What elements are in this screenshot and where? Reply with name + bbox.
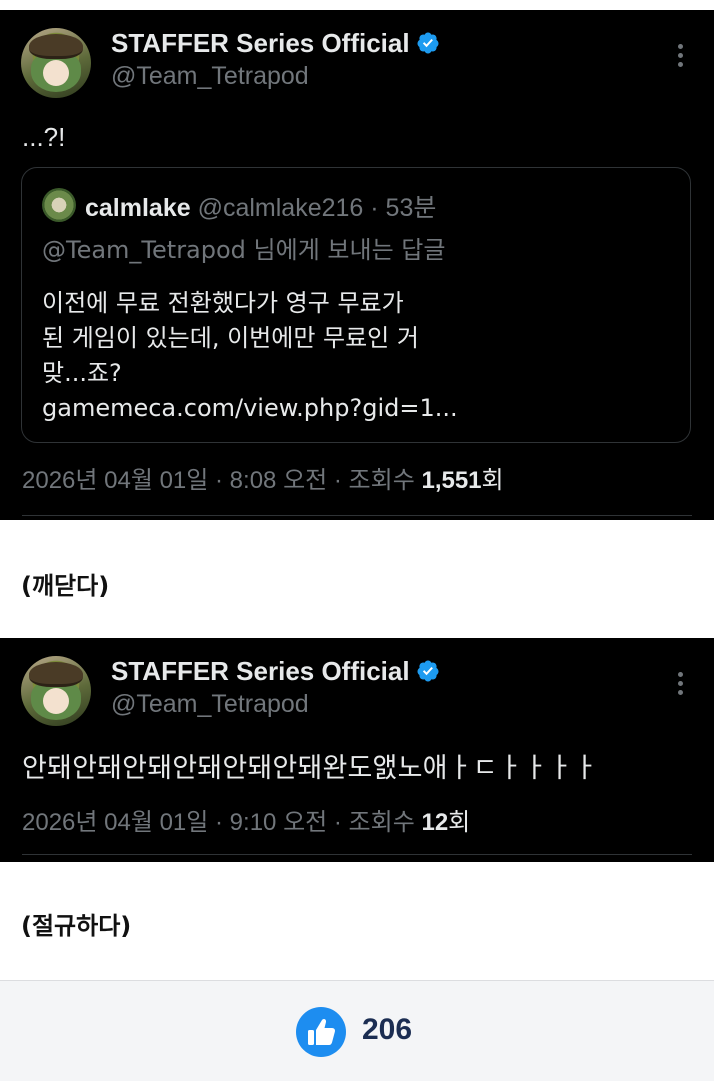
tweet-card-1: STAFFER Series Official @Team_Tetrapod .… (0, 10, 714, 520)
divider (22, 515, 692, 516)
author-name[interactable]: STAFFER Series Official (111, 28, 440, 59)
author-avatar[interactable] (21, 28, 91, 98)
verified-badge-icon (417, 32, 439, 54)
quote-header: calmlake @calmlake216 · 53분 (85, 188, 436, 224)
divider (22, 854, 692, 855)
quote-line: 된 게임이 있는데, 이번에만 무료인 거 (42, 324, 419, 352)
caption-2: (절규하다) (21, 912, 132, 940)
quote-line: 맞...죠? (42, 359, 122, 387)
tweet-timestamp: 2026년 04월 01일 · 9:10 오전 · 조회수 12회 (22, 809, 471, 836)
tweet-card-2: STAFFER Series Official @Team_Tetrapod 안… (0, 638, 714, 862)
quote-line: 이전에 무료 전환했다가 영구 무료가 (42, 289, 404, 317)
quote-author-avatar[interactable] (42, 188, 76, 222)
author-avatar[interactable] (21, 656, 91, 726)
thumbs-up-icon (308, 1018, 336, 1045)
more-vertical-icon[interactable] (678, 44, 684, 71)
tweet-timestamp: 2026년 04월 01일 · 8:08 오전 · 조회수 1,551회 (22, 467, 504, 494)
verified-badge-icon (417, 660, 439, 682)
tweet-text: ...?! (22, 122, 66, 152)
author-handle[interactable]: @Team_Tetrapod (111, 62, 309, 91)
like-count: 206 (362, 1013, 413, 1046)
like-button[interactable] (296, 1007, 346, 1057)
quote-body: 이전에 무료 전환했다가 영구 무료가 된 게임이 있는데, 이번에만 무료인 … (42, 286, 662, 426)
quote-handle-time: @calmlake216 · 53분 (197, 194, 437, 222)
author-handle[interactable]: @Team_Tetrapod (111, 690, 309, 719)
more-vertical-icon[interactable] (678, 672, 684, 699)
quote-author-name[interactable]: calmlake (85, 194, 191, 222)
view-count: 12 (421, 809, 449, 836)
tweet-text: 안돼안돼안돼안돼안돼안돼완도앬노애ㅏㄷㅏㅏㅏㅏ (22, 753, 598, 783)
author-name[interactable]: STAFFER Series Official (111, 656, 440, 687)
view-count: 1,551 (421, 467, 482, 494)
quoted-tweet[interactable]: calmlake @calmlake216 · 53분 @Team_Tetrap… (21, 167, 691, 443)
caption-1: (깨닫다) (21, 572, 110, 600)
quote-link[interactable]: gamemeca.com/view.php?gid=1... (42, 391, 662, 426)
quote-reply-to: @Team_Tetrapod 님에게 보내는 답글 (42, 236, 446, 264)
reaction-bar: 206 (0, 980, 714, 1081)
